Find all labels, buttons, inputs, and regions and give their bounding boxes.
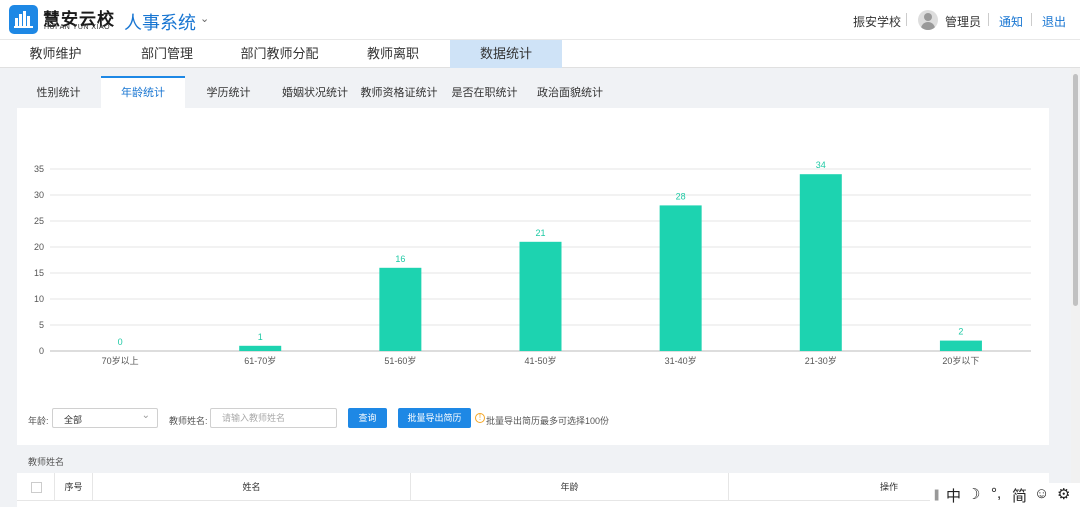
export-resume-button[interactable]: 批量导出简历 bbox=[398, 408, 471, 428]
nav-item-department[interactable]: 部门管理 bbox=[111, 40, 223, 68]
ime-settings-icon[interactable]: ⚙ bbox=[1057, 485, 1070, 503]
bar bbox=[939, 340, 982, 351]
x-tick-label: 21-30岁 bbox=[805, 355, 837, 366]
y-tick-label: 30 bbox=[34, 190, 44, 200]
user-name[interactable]: 管理员 bbox=[945, 13, 981, 30]
y-tick-label: 10 bbox=[34, 294, 44, 304]
x-tick-label: 20岁以下 bbox=[942, 355, 979, 366]
scrollbar-thumb[interactable] bbox=[1073, 74, 1078, 306]
bar bbox=[799, 174, 842, 351]
search-button[interactable]: 查询 bbox=[348, 408, 387, 428]
divider bbox=[988, 13, 989, 26]
col-index: 序号 bbox=[55, 473, 93, 501]
ime-simplified[interactable]: 简 bbox=[1012, 485, 1027, 506]
section-label: 教师姓名 bbox=[28, 457, 65, 467]
avatar[interactable] bbox=[918, 10, 938, 30]
chevron-down-icon[interactable]: ⌄ bbox=[200, 12, 209, 25]
ime-chinese-mode[interactable]: 中 bbox=[946, 485, 961, 506]
y-tick-label: 25 bbox=[34, 216, 44, 226]
y-tick-label: 0 bbox=[39, 346, 44, 356]
system-title[interactable]: 人事系统 bbox=[124, 9, 196, 35]
data-label: 28 bbox=[676, 191, 686, 201]
tab-employment[interactable]: 是否在职统计 bbox=[444, 76, 525, 108]
tab-political[interactable]: 政治面貌统计 bbox=[525, 76, 615, 108]
nav-item-resign[interactable]: 教师离职 bbox=[336, 40, 450, 68]
data-label: 2 bbox=[958, 327, 963, 337]
teacher-name-input[interactable] bbox=[210, 408, 337, 428]
school-switcher[interactable]: 振安学校 bbox=[853, 13, 901, 30]
data-label: 34 bbox=[816, 160, 826, 170]
select-all-checkbox[interactable] bbox=[31, 482, 42, 493]
chart-panel: 0 5 10 15 20 25 30 35 0 70岁以上 1 61-70岁 16 51-60岁 21 41-… bbox=[17, 108, 1049, 445]
ime-emoji-icon[interactable]: ☺ bbox=[1034, 485, 1049, 502]
age-select[interactable]: 全部 ⌄ bbox=[52, 408, 158, 428]
nav-item-statistics[interactable]: 数据统计 bbox=[450, 40, 562, 68]
nav-item-teacher-maintain[interactable]: 教师维护 bbox=[0, 40, 111, 68]
col-age: 年龄 bbox=[411, 473, 729, 501]
export-tip: 批量导出简历最多可选择100份 bbox=[486, 416, 610, 426]
tab-marital[interactable]: 婚姻状况统计 bbox=[276, 76, 354, 108]
x-tick-label: 41-50岁 bbox=[524, 355, 556, 366]
data-label: 1 bbox=[258, 332, 263, 342]
nav-item-dept-assign[interactable]: 部门教师分配 bbox=[223, 40, 336, 68]
bar bbox=[519, 241, 562, 351]
x-tick-label: 70岁以上 bbox=[102, 355, 139, 366]
data-label: 0 bbox=[118, 337, 123, 347]
divider bbox=[1031, 13, 1032, 26]
ime-punctuation[interactable]: °, bbox=[991, 485, 1001, 502]
col-name: 姓名 bbox=[93, 473, 411, 501]
data-label: 16 bbox=[395, 254, 405, 264]
main-nav: 教师维护 部门管理 部门教师分配 教师离职 数据统计 bbox=[0, 40, 1080, 68]
y-tick-label: 35 bbox=[34, 164, 44, 174]
top-header: 慧安云校 HUI AN YUN XIAO 人事系统 ⌄ 振安学校 管理员 通知 … bbox=[0, 0, 1080, 40]
info-icon: ! bbox=[475, 413, 485, 423]
table-header: 序号 姓名 年龄 操作 bbox=[17, 473, 1049, 501]
tab-gender[interactable]: 性别统计 bbox=[17, 76, 100, 108]
y-tick-label: 15 bbox=[34, 268, 44, 278]
ime-toolbar: ❚ 中 ☽ °, 简 ☺ ⚙ bbox=[930, 483, 1080, 507]
tab-age[interactable]: 年龄统计 bbox=[101, 76, 185, 108]
select-all-cell bbox=[17, 473, 55, 501]
x-tick-label: 61-70岁 bbox=[244, 355, 276, 366]
x-tick-label: 51-60岁 bbox=[384, 355, 416, 366]
notify-link[interactable]: 通知 bbox=[999, 13, 1023, 30]
bar bbox=[239, 345, 282, 351]
name-filter-label: 教师姓名: bbox=[169, 416, 208, 426]
data-label: 21 bbox=[535, 228, 545, 238]
bar bbox=[659, 205, 702, 351]
chevron-down-icon: ⌄ bbox=[141, 410, 150, 421]
page-scrollbar[interactable] bbox=[1071, 68, 1080, 507]
divider bbox=[906, 13, 907, 26]
table-body bbox=[17, 501, 1049, 507]
logo-icon bbox=[9, 5, 38, 34]
y-tick-label: 20 bbox=[34, 242, 44, 252]
stat-tabs: 性别统计 年龄统计 学历统计 婚姻状况统计 教师资格证统计 是否在职统计 政治面… bbox=[17, 76, 1049, 108]
ime-grip: ❚ bbox=[932, 489, 942, 501]
y-tick-label: 5 bbox=[39, 320, 44, 330]
age-bar-chart: 0 5 10 15 20 25 30 35 0 70岁以上 1 61-70岁 16 51-60岁 21 41-… bbox=[34, 160, 1031, 366]
tab-education[interactable]: 学历统计 bbox=[187, 76, 270, 108]
tab-certificate[interactable]: 教师资格证统计 bbox=[354, 76, 444, 108]
bar bbox=[379, 267, 422, 351]
logout-link[interactable]: 退出 bbox=[1042, 13, 1066, 30]
age-filter-label: 年龄: bbox=[28, 416, 49, 426]
ime-moon-icon[interactable]: ☽ bbox=[967, 485, 980, 503]
age-select-value: 全部 bbox=[64, 415, 83, 425]
logo-subtext: HUI AN YUN XIAO bbox=[44, 24, 111, 31]
x-tick-label: 31-40岁 bbox=[665, 355, 697, 366]
